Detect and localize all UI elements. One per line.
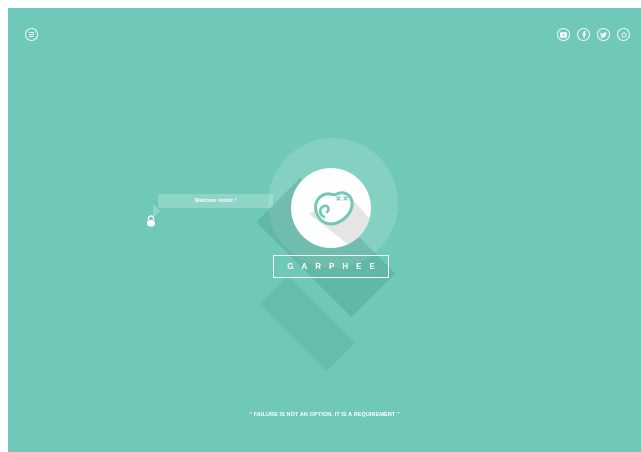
welcome-message: Welcome visitor !: [194, 198, 237, 204]
youtube-icon: [560, 31, 567, 38]
chat-icon: [620, 31, 627, 38]
twitter-icon: [600, 31, 607, 38]
social-links: [557, 28, 630, 41]
lock-button[interactable]: [146, 214, 156, 227]
page-background: Welcome visitor ! GARPHEE " FAILURE IS N…: [8, 8, 641, 452]
logo[interactable]: [291, 168, 371, 248]
welcome-bubble: Welcome visitor !: [158, 194, 273, 208]
lock-icon: [147, 215, 155, 227]
menu-button[interactable]: [25, 28, 38, 41]
menu-icon: [29, 32, 34, 37]
footer-quote: " FAILURE IS NOT AN OPTION, IT IS A REQU…: [249, 412, 400, 418]
youtube-button[interactable]: [557, 28, 570, 41]
facebook-icon: [581, 31, 586, 38]
garphee-logo-icon: [309, 191, 371, 248]
brand-name: GARPHEE: [287, 262, 383, 271]
facebook-button[interactable]: [577, 28, 590, 41]
twitter-button[interactable]: [597, 28, 610, 41]
chat-button[interactable]: [617, 28, 630, 41]
brand-name-box: GARPHEE: [273, 255, 389, 278]
